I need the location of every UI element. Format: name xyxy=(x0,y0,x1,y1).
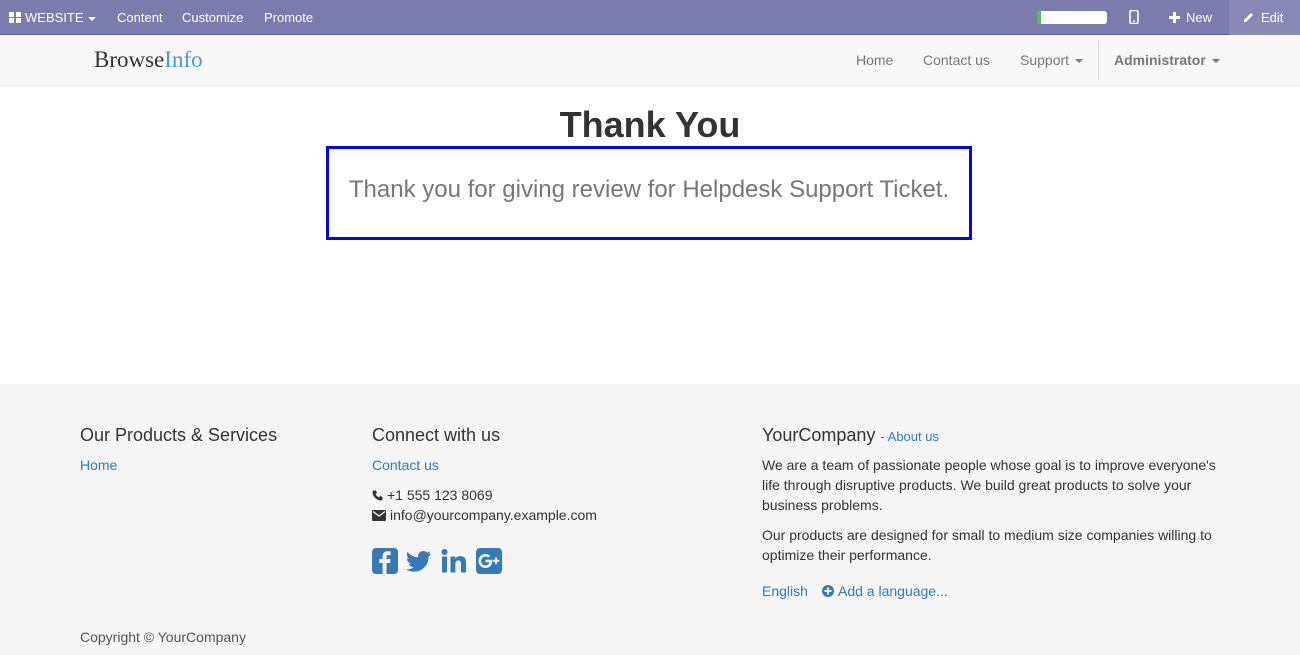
new-button-label: New xyxy=(1186,10,1213,25)
footer-email: info@yourcompany.example.com xyxy=(372,505,597,525)
user-menu-label: Administrator xyxy=(1114,52,1206,68)
customize-menu[interactable]: Customize xyxy=(182,0,243,35)
progress-bar xyxy=(1037,11,1107,24)
phone-icon xyxy=(372,490,383,501)
promote-menu[interactable]: Promote xyxy=(264,0,313,35)
website-menu-label: WEBSITE xyxy=(25,10,84,25)
apps-grid-icon xyxy=(9,12,21,23)
website-menu[interactable]: WEBSITE xyxy=(9,0,96,35)
mobile-preview-button[interactable] xyxy=(1129,0,1143,35)
footer-about-para1-line3: business problems. xyxy=(762,497,883,513)
plus-circle-icon xyxy=(822,585,834,597)
edit-button[interactable]: Edit xyxy=(1229,0,1300,35)
chevron-down-icon xyxy=(1211,59,1220,64)
progress-bar-fill xyxy=(1037,11,1041,24)
pencil-icon xyxy=(1244,13,1253,22)
footer-about-link[interactable]: - About us xyxy=(880,429,939,444)
brand-text-accent: Info xyxy=(164,47,203,72)
linkedin-icon[interactable] xyxy=(441,548,467,574)
language-english-link[interactable]: English xyxy=(762,582,808,600)
admin-bar: WEBSITE Content Customize Promote New Ed… xyxy=(0,0,1300,35)
footer-email-text: info@yourcompany.example.com xyxy=(390,507,597,523)
footer-phone-text: +1 555 123 8069 xyxy=(387,487,493,503)
mobile-icon xyxy=(1129,9,1139,25)
footer: Our Products & Services Home Connect wit… xyxy=(0,384,1300,655)
add-language-label: Add a language... xyxy=(838,583,948,599)
brand-logo[interactable]: BrowseInfo xyxy=(94,47,203,73)
content-menu[interactable]: Content xyxy=(117,0,163,35)
footer-connect-heading: Connect with us xyxy=(372,425,501,445)
envelope-icon xyxy=(372,510,386,521)
page-title: Thank You xyxy=(559,104,741,145)
edit-button-label: Edit xyxy=(1261,10,1284,25)
nav-support[interactable]: Support xyxy=(1020,35,1084,85)
brand-text: Browse xyxy=(94,47,165,72)
footer-about-para2: Our products are designed for small to m… xyxy=(762,525,1212,565)
site-navbar: BrowseInfo Home Contact us Support Admin… xyxy=(0,35,1300,86)
footer-company-name: YourCompany xyxy=(762,425,876,445)
footer-about-para1-line1: We are a team of passionate people whose… xyxy=(762,457,1216,473)
add-language-link[interactable]: Add a language... xyxy=(822,582,948,600)
nav-divider xyxy=(1098,40,1099,80)
user-menu[interactable]: Administrator xyxy=(1114,35,1220,85)
footer-company-heading: YourCompany - About us xyxy=(762,424,939,448)
footer-about-para1: We are a team of passionate people whose… xyxy=(762,455,1216,515)
chevron-down-icon xyxy=(1075,59,1084,64)
nav-support-label: Support xyxy=(1020,52,1070,68)
footer-about-para1-line2: life through disruptive products. We bui… xyxy=(762,477,1192,493)
footer-products-heading: Our Products & Services xyxy=(80,425,278,445)
nav-home[interactable]: Home xyxy=(856,35,893,85)
footer-about-para2-line1: Our products are designed for small to m… xyxy=(762,527,1212,543)
footer-phone: +1 555 123 8069 xyxy=(372,485,493,505)
twitter-icon[interactable] xyxy=(406,548,432,574)
copyright: Copyright © YourCompany xyxy=(80,629,246,645)
footer-about-para2-line2: optimize their performance. xyxy=(762,547,932,563)
footer-contact-link[interactable]: Contact us xyxy=(372,456,439,474)
nav-contact-us[interactable]: Contact us xyxy=(923,35,990,85)
google-plus-icon[interactable] xyxy=(476,548,502,574)
footer-home-link[interactable]: Home xyxy=(80,456,117,474)
thank-you-message: Thank you for giving review for Helpdesk… xyxy=(348,176,950,203)
thank-you-message-box: Thank you for giving review for Helpdesk… xyxy=(326,146,972,240)
plus-icon xyxy=(1169,12,1180,23)
facebook-icon[interactable] xyxy=(372,548,398,574)
chevron-down-icon xyxy=(87,16,96,21)
new-button[interactable]: New xyxy=(1169,0,1212,35)
